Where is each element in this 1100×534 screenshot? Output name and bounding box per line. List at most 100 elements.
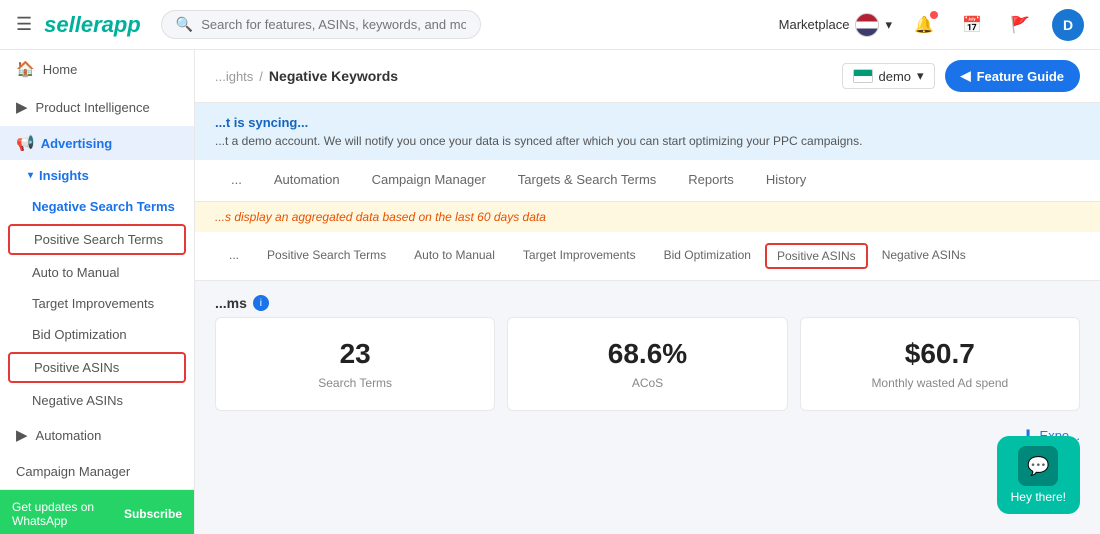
tab-targets-search-terms[interactable]: Targets & Search Terms — [502, 160, 672, 201]
marketplace-chevron-icon: ▾ — [885, 17, 892, 33]
sub-tab-positive-search-terms[interactable]: Positive Search Terms — [253, 242, 400, 270]
tab-history[interactable]: History — [750, 160, 822, 201]
breadcrumb-separator: / — [259, 69, 263, 84]
sidebar-insights-group[interactable]: ▾ Insights — [0, 160, 194, 191]
sidebar-advertising-label: Advertising — [41, 136, 113, 151]
chat-icon: 💬 — [1018, 446, 1058, 486]
chat-widget[interactable]: 💬 Hey there! — [997, 436, 1080, 514]
stat-card-search-terms: 23 Search Terms — [215, 317, 495, 411]
sync-banner: ...t is syncing... ...t a demo account. … — [195, 103, 1100, 160]
sync-title: ...t is syncing... — [215, 115, 1080, 130]
top-navigation: ☰ sellerapp 🔍 Marketplace ▾ 🔔 📅 🚩 D — [0, 0, 1100, 50]
tab-automation[interactable]: Automation — [258, 160, 356, 201]
tab-reports[interactable]: Reports — [672, 160, 750, 201]
sidebar-home-label: Home — [43, 62, 78, 77]
main-layout: 🏠 Home ▶ Product Intelligence 📢 Advertis… — [0, 50, 1100, 534]
sidebar-item-negative-asins[interactable]: Negative ASINs — [0, 385, 194, 416]
notifications-button[interactable]: 🔔 — [908, 9, 940, 41]
sidebar-campaign-label: Campaign Manager — [16, 464, 130, 479]
sidebar-item-target-improvements[interactable]: Target Improvements — [0, 288, 194, 319]
sidebar-item-advertising[interactable]: 📢 Advertising — [0, 126, 194, 160]
search-bar[interactable]: 🔍 — [161, 10, 481, 39]
sidebar-item-automation[interactable]: ▶ Automation — [0, 416, 194, 454]
search-icon: 🔍 — [176, 16, 193, 33]
sidebar-automation-label: Automation — [36, 428, 102, 443]
content-area: ...ights / Negative Keywords demo ▾ ◀ Fe… — [195, 50, 1100, 534]
advertising-icon: 📢 — [16, 134, 35, 152]
main-tabs-bar: ... Automation Campaign Manager Targets … — [195, 160, 1100, 202]
insights-chevron-icon: ▾ — [28, 170, 33, 181]
sidebar-item-positive-asins[interactable]: Positive ASINs — [8, 352, 186, 383]
sub-tab-positive-asins[interactable]: Positive ASINs — [765, 243, 868, 269]
sidebar: 🏠 Home ▶ Product Intelligence 📢 Advertis… — [0, 50, 195, 534]
subscribe-link[interactable]: Subscribe — [124, 507, 182, 521]
marketplace-button[interactable]: Marketplace ▾ — [779, 13, 892, 37]
export-bar: ⬇ Expo... — [195, 421, 1100, 449]
breadcrumb-right: demo ▾ ◀ Feature Guide — [842, 60, 1080, 92]
breadcrumb-bar: ...ights / Negative Keywords demo ▾ ◀ Fe… — [195, 50, 1100, 103]
breadcrumb-parent[interactable]: ...ights — [215, 69, 253, 84]
whatsapp-button[interactable]: Get updates on WhatsApp Subscribe — [0, 490, 194, 534]
sidebar-item-positive-search-terms[interactable]: Positive Search Terms — [8, 224, 186, 255]
stat-value-search-terms: 23 — [246, 338, 464, 370]
sidebar-item-product-intelligence[interactable]: ▶ Product Intelligence — [0, 88, 194, 126]
calendar-button[interactable]: 📅 — [956, 9, 988, 41]
search-input[interactable] — [201, 17, 466, 32]
sub-tab-target-improvements[interactable]: Target Improvements — [509, 242, 650, 270]
sidebar-item-auto-to-manual[interactable]: Auto to Manual — [0, 257, 194, 288]
stat-label-search-terms: Search Terms — [246, 376, 464, 390]
negative-asins-label: Negative ASINs — [32, 393, 123, 408]
target-improvements-label: Target Improvements — [32, 296, 154, 311]
sidebar-insights-label: Insights — [39, 168, 89, 183]
nav-right: Marketplace ▾ 🔔 📅 🚩 D — [779, 9, 1084, 41]
sidebar-item-bid-optimization[interactable]: Bid Optimization — [0, 319, 194, 350]
avatar-button[interactable]: D — [1052, 9, 1084, 41]
info-icon[interactable]: i — [253, 295, 269, 311]
sub-tab-bid-optimization[interactable]: Bid Optimization — [650, 242, 765, 270]
sidebar-bottom: Get updates on WhatsApp Subscribe Invite… — [0, 489, 194, 534]
home-icon: 🏠 — [16, 60, 35, 78]
sub-tab-auto-to-manual[interactable]: Auto to Manual — [400, 242, 509, 270]
breadcrumb-current: Negative Keywords — [269, 68, 398, 84]
demo-chevron-icon: ▾ — [917, 68, 924, 84]
sync-description: ...t a demo account. We will notify you … — [215, 134, 1080, 148]
automation-icon: ▶ — [16, 426, 28, 444]
chevron-left-icon: ◀ — [961, 68, 971, 84]
alerts-button[interactable]: 🚩 — [1004, 9, 1036, 41]
stat-label-monthly-wasted: Monthly wasted Ad spend — [831, 376, 1049, 390]
bid-optimization-label: Bid Optimization — [32, 327, 127, 342]
tab-insights[interactable]: ... — [215, 160, 258, 201]
product-icon: ▶ — [16, 98, 28, 116]
stat-value-monthly-wasted: $60.7 — [831, 338, 1049, 370]
sub-tab-negative-asins[interactable]: Negative ASINs — [868, 242, 980, 270]
demo-label: demo — [879, 69, 912, 84]
section-title-row: ...ms i — [195, 281, 1100, 317]
section-title: ...ms — [215, 295, 247, 311]
sidebar-item-campaign-manager[interactable]: Campaign Manager — [0, 454, 194, 489]
whatsapp-label: Get updates on WhatsApp — [12, 500, 124, 528]
hamburger-icon[interactable]: ☰ — [16, 14, 32, 35]
demo-selector[interactable]: demo ▾ — [842, 63, 935, 89]
negative-search-terms-label: Negative Search Terms — [32, 199, 175, 214]
positive-asins-label: Positive ASINs — [34, 360, 119, 375]
chat-label: Hey there! — [1011, 490, 1066, 504]
notification-badge — [930, 11, 938, 19]
sidebar-item-home[interactable]: 🏠 Home — [0, 50, 194, 88]
feature-guide-button[interactable]: ◀ Feature Guide — [945, 60, 1080, 92]
demo-flag-icon — [853, 69, 873, 83]
breadcrumb-left: ...ights / Negative Keywords — [215, 68, 398, 84]
sidebar-item-negative-search-terms[interactable]: Negative Search Terms — [0, 191, 194, 222]
marketplace-label: Marketplace — [779, 17, 850, 32]
stat-card-monthly-wasted: $60.7 Monthly wasted Ad spend — [800, 317, 1080, 411]
stat-label-acos: ACoS — [538, 376, 756, 390]
logo-text: sellerapp — [44, 12, 141, 38]
sub-tabs-bar: ... Positive Search Terms Auto to Manual… — [195, 232, 1100, 281]
stats-row: 23 Search Terms 68.6% ACoS $60.7 Monthly… — [195, 317, 1100, 411]
sidebar-product-label: Product Intelligence — [36, 100, 150, 115]
notice-bar: ...s display an aggregated data based on… — [195, 202, 1100, 232]
auto-to-manual-label: Auto to Manual — [32, 265, 119, 280]
notice-text: ...s display an aggregated data based on… — [215, 210, 546, 224]
feature-guide-label: Feature Guide — [977, 69, 1064, 84]
tab-campaign-manager[interactable]: Campaign Manager — [356, 160, 502, 201]
sub-tab-negative[interactable]: ... — [215, 242, 253, 270]
